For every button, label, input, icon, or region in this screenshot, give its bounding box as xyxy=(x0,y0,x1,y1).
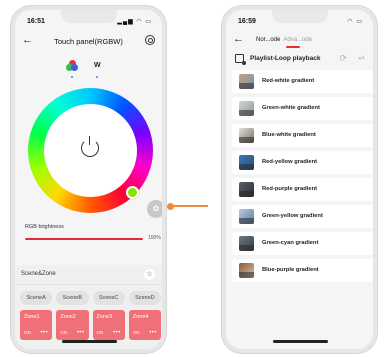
thumbnail-image xyxy=(239,182,254,197)
gradient-list: Red-white gradient Green-white gradient … xyxy=(232,70,373,286)
mode-tabs-header: ← Nor...ode Adva...ode xyxy=(226,32,373,50)
item-label: Green-white gradient xyxy=(262,105,320,111)
scene-button-a[interactable]: SceneA xyxy=(20,291,53,305)
list-item[interactable]: Red-yellow gradient xyxy=(232,151,373,174)
status-bar: 16:59 ◠ ▭ xyxy=(226,10,373,32)
page-header: ← Touch panel(RGBW) xyxy=(15,32,162,52)
item-label: Red-yellow gradient xyxy=(262,159,318,165)
thumbnail-image xyxy=(239,74,254,89)
zone-tile-1[interactable]: Zone1 ON ••• xyxy=(20,310,53,340)
star-icon[interactable]: ☆ xyxy=(144,269,155,280)
filter-icon[interactable]: ⇌ xyxy=(358,53,365,62)
white-mode-indicator xyxy=(96,76,98,78)
zone-tile-3[interactable]: Zone3 ON ••• xyxy=(92,310,125,340)
list-item[interactable]: Red-white gradient xyxy=(232,70,373,93)
list-item[interactable]: Red-purple gradient xyxy=(232,178,373,201)
phone-touch-panel: 16:51 ▂▄▆ ◠ ▭ ← Touch panel(RGBW) W ✿ RG… xyxy=(11,6,166,353)
more-icon[interactable]: ••• xyxy=(113,330,121,336)
mode-tabs: Nor...ode Adva...ode xyxy=(256,37,312,43)
power-icon[interactable] xyxy=(81,136,99,157)
playlist-label[interactable]: Playlist-Loop playback xyxy=(250,55,320,62)
zone-tile-2[interactable]: Zone2 ON ••• xyxy=(56,310,89,340)
zone-tiles: Zone1 ON ••• Zone2 ON ••• Zone3 ON ••• Z… xyxy=(20,310,161,340)
item-label: Blue-purple gradient xyxy=(262,267,319,273)
thumbnail-image xyxy=(239,209,254,224)
zone-name: Zone4 xyxy=(132,314,149,320)
more-icon[interactable]: ••• xyxy=(77,330,85,336)
zone-name: Zone1 xyxy=(24,314,40,320)
scene-button-c[interactable]: SceneC xyxy=(92,291,125,305)
mode-selector: W xyxy=(15,60,162,86)
brightness-slider[interactable] xyxy=(25,238,143,240)
brightness-label: RGB brightness xyxy=(25,224,64,230)
tab-normal-mode[interactable]: Nor...ode xyxy=(256,37,280,43)
list-item[interactable]: Green-cyan gradient xyxy=(232,232,373,255)
zone-state: ON xyxy=(132,330,140,335)
thumbnail-image xyxy=(239,155,254,170)
tab-advanced-mode[interactable]: Adva...ode xyxy=(283,37,312,43)
zone-state: ON xyxy=(96,330,104,335)
thumbnail-image xyxy=(239,236,254,251)
list-item[interactable]: Green-white gradient xyxy=(232,97,373,120)
item-label: Red-purple gradient xyxy=(262,186,318,192)
scene-button-b[interactable]: SceneB xyxy=(56,291,89,305)
screenshot-stage: 16:51 ▂▄▆ ◠ ▭ ← Touch panel(RGBW) W ✿ RG… xyxy=(0,0,389,357)
list-item[interactable]: Green-yellow gradient xyxy=(232,205,373,228)
home-indicator xyxy=(61,340,117,343)
white-mode-button[interactable]: W xyxy=(94,62,101,69)
thumbnail-image xyxy=(239,128,254,143)
thumbnail-image xyxy=(239,101,254,116)
item-label: Blue-white gradient xyxy=(262,132,316,138)
color-wheel[interactable] xyxy=(28,88,153,213)
home-indicator xyxy=(272,340,328,343)
playlist-bar: Playlist-Loop playback ⟳ ⇌ xyxy=(226,52,373,68)
callout-line xyxy=(173,205,208,207)
status-icons: ▂▄▆ ◠ ▭ xyxy=(117,19,152,25)
status-bar: 16:51 ▂▄▆ ◠ ▭ xyxy=(15,10,162,32)
loop-icon[interactable]: ⟳ xyxy=(339,53,347,64)
zone-name: Zone3 xyxy=(96,314,113,320)
more-icon[interactable]: ••• xyxy=(40,330,48,336)
status-time: 16:59 xyxy=(238,18,256,25)
item-label: Green-yellow gradient xyxy=(262,213,323,219)
rgb-mode-indicator xyxy=(71,76,73,78)
status-time: 16:51 xyxy=(27,18,45,25)
phone-notch xyxy=(271,10,328,23)
zone-name: Zone2 xyxy=(60,314,76,320)
scene-zone-title: Scene&Zone xyxy=(21,271,56,277)
thumbnail-image xyxy=(239,263,254,278)
active-tab-indicator xyxy=(286,46,300,48)
zone-state: ON xyxy=(24,330,31,335)
more-icon[interactable]: ••• xyxy=(149,330,157,336)
divider xyxy=(15,284,162,285)
page-title: Touch panel(RGBW) xyxy=(54,37,123,46)
color-wheel-handle[interactable] xyxy=(126,186,139,199)
back-arrow-icon[interactable]: ← xyxy=(233,33,244,45)
phone-playlist: 16:59 ◠ ▭ ← Nor...ode Adva...ode Playlist… xyxy=(222,6,377,353)
brightness-value: 100% xyxy=(148,235,161,241)
playlist-icon xyxy=(235,54,246,65)
zone-tile-4[interactable]: Zone4 ON ••• xyxy=(128,310,161,340)
scene-buttons: SceneA SceneB SceneC SceneD xyxy=(20,291,161,305)
list-item[interactable]: Blue-white gradient xyxy=(232,124,373,147)
rgb-mode-icon[interactable] xyxy=(66,60,78,72)
list-item[interactable]: Blue-purple gradient xyxy=(232,259,373,282)
item-label: Red-white gradient xyxy=(262,78,315,84)
color-preset-button[interactable] xyxy=(147,200,162,218)
status-icons: ◠ ▭ xyxy=(347,19,363,25)
scene-zone-panel: Scene&Zone ☆ SceneA SceneB SceneC SceneD… xyxy=(15,265,162,349)
zone-state: ON xyxy=(60,330,67,335)
phone-notch xyxy=(60,10,117,23)
item-label: Green-cyan gradient xyxy=(262,240,319,246)
scene-button-d[interactable]: SceneD xyxy=(128,291,161,305)
settings-gear-icon[interactable] xyxy=(145,35,155,45)
